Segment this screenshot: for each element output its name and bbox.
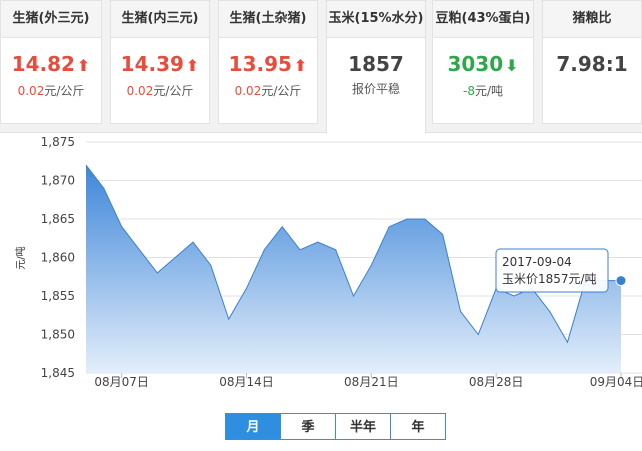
card-title: 豆粕(43%蛋白) [433, 1, 533, 38]
tab-2[interactable]: 半年 [335, 413, 391, 440]
card-title: 猪粮比 [543, 1, 641, 38]
arrow-down-icon: ⬇ [505, 56, 519, 75]
tab-0[interactable]: 月 [225, 413, 281, 440]
card-price: 7.98:1 [556, 52, 628, 76]
card-title: 生猪(外三元) [1, 1, 101, 38]
period-tabs: 月季半年年 [225, 413, 446, 440]
tab-3[interactable]: 年 [390, 413, 446, 440]
card-change: -8元/吨 [462, 84, 503, 98]
card-price: 14.82 ⬆ [11, 52, 91, 76]
card-title: 生猪(土杂猪) [219, 1, 317, 38]
card-change: 0.02元/公斤 [17, 84, 85, 98]
card-title: 生猪(内三元) [111, 1, 209, 38]
card-price: 1857 [348, 52, 404, 76]
card-soymeal[interactable]: 豆粕(43%蛋白) 3030 ⬇ -8元/吨 [432, 0, 534, 124]
tab-1[interactable]: 季 [280, 413, 336, 440]
card-price: 13.95 ⬆ [228, 52, 308, 76]
card-pig-mixed[interactable]: 生猪(土杂猪) 13.95 ⬆ 0.02元/公斤 [218, 0, 318, 124]
card-status: 报价平稳 [351, 82, 400, 96]
card-change: 0.02元/公斤 [234, 84, 302, 98]
card-title: 玉米(15%水分) [327, 1, 425, 38]
card-pig-outer[interactable]: 生猪(外三元) 14.82 ⬆ 0.02元/公斤 [0, 0, 102, 124]
arrow-up-icon: ⬆ [185, 56, 200, 75]
card-corn[interactable]: 玉米(15%水分) 1857 报价平稳 [326, 0, 426, 134]
arrow-up-icon: ⬆ [76, 56, 91, 75]
chart-panel [0, 132, 642, 451]
card-pig-grain-ratio[interactable]: 猪粮比 7.98:1 [542, 0, 642, 124]
arrow-up-icon: ⬆ [293, 56, 308, 75]
card-pig-inner[interactable]: 生猪(内三元) 14.39 ⬆ 0.02元/公斤 [110, 0, 210, 124]
card-change: 0.02元/公斤 [126, 84, 194, 98]
card-price: 14.39 ⬆ [120, 52, 200, 76]
card-price: 3030 ⬇ [447, 52, 519, 76]
